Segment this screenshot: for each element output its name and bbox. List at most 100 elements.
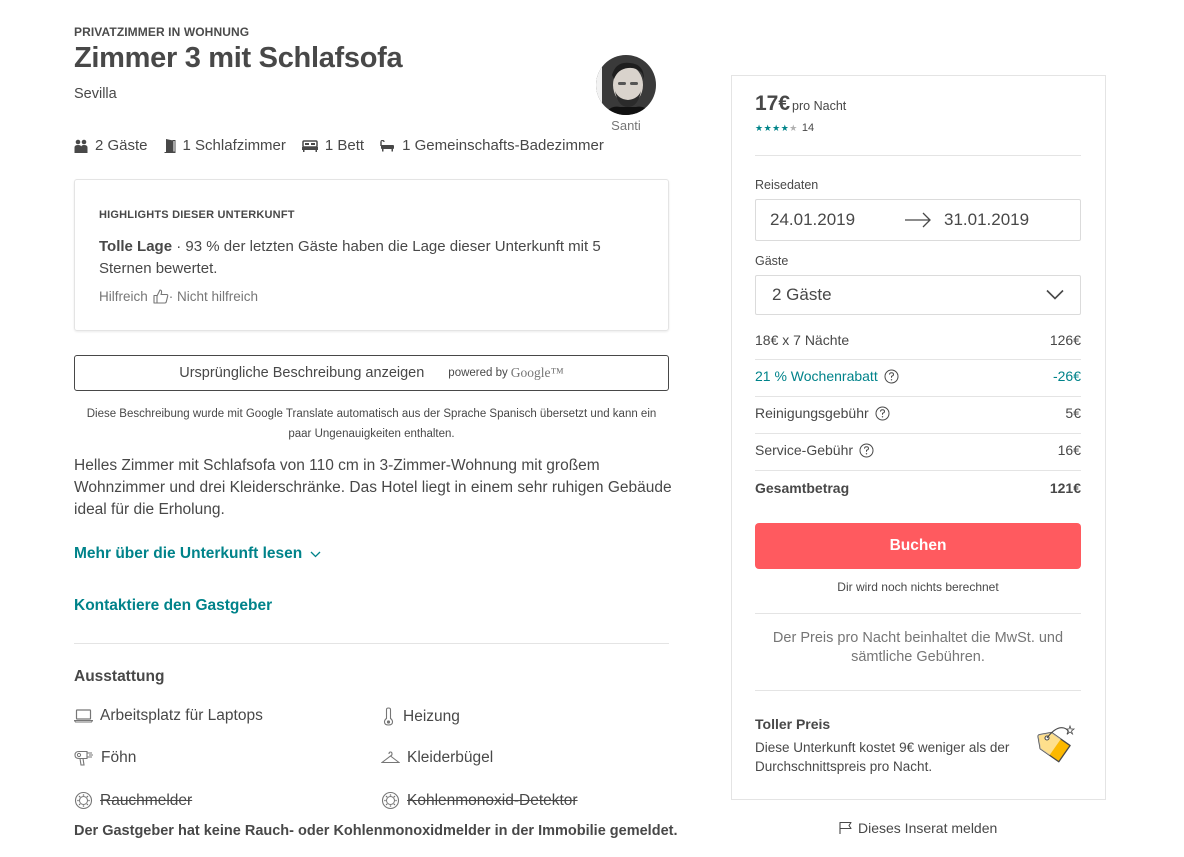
bathtub-icon [380, 139, 395, 151]
price-line-label: 18€ x 7 Nächte [755, 332, 850, 348]
bed-icon [301, 139, 318, 152]
card-divider [755, 613, 1081, 614]
star-rating-icon: ★★★★★ [755, 122, 798, 133]
highlight-item-title: Tolle Lage [99, 238, 173, 255]
fact-beds-label: 1 Bett [324, 137, 365, 154]
thermometer-icon [383, 707, 394, 726]
door-icon [164, 139, 176, 153]
guests-label: Gäste [755, 254, 789, 268]
smoke-detector-icon [74, 791, 93, 810]
amenity-smoke-detector: Rauchmelder [74, 791, 192, 810]
price-line-service-fee: Service-Gebühr 16€ [755, 442, 1081, 458]
vat-note: Der Preis pro Nacht beinhaltet die MwSt.… [772, 630, 1064, 665]
check-out-input[interactable]: 31.01.2019 [944, 210, 1029, 230]
amenity-label: Heizung [403, 707, 460, 725]
price-line-nights: 18€ x 7 Nächte 126€ [755, 332, 1081, 348]
chevron-down-icon [310, 551, 321, 557]
guests-select[interactable]: 2 Gäste [755, 275, 1081, 315]
highlights-box: HIGHLIGHTS DIESER UNTERKUNFT Tolle Lage … [74, 179, 669, 331]
amenity-hair-dryer: Föhn [74, 749, 136, 767]
amenity-co-detector: Kohlenmonoxid-Detektor [381, 791, 578, 810]
card-divider [755, 690, 1081, 691]
help-icon[interactable] [884, 369, 899, 384]
amenity-label: Rauchmelder [100, 791, 193, 809]
price-line-total: Gesamtbetrag 121€ [755, 480, 1081, 496]
chevron-down-icon [1046, 289, 1064, 300]
price-line-cleaning-fee: Reinigungsgebühr 5€ [755, 405, 1081, 421]
hair-dryer-icon [74, 750, 93, 766]
listing-title: Zimmer 3 mit Schlafsofa [74, 42, 403, 74]
rating[interactable]: ★★★★★ 14 [755, 122, 814, 134]
book-button[interactable]: Buchen [755, 523, 1081, 569]
highlight-item: Tolle Lage · 93 % der letzten Gäste habe… [99, 236, 649, 280]
fact-guests-label: 2 Gäste [95, 137, 148, 154]
host-name[interactable]: Santi [596, 118, 656, 133]
listing-description: Helles Zimmer mit Schlafsofa von 110 cm … [74, 457, 672, 518]
fact-beds: 1 Bett [301, 137, 365, 154]
report-listing-label: Dieses Inserat melden [858, 820, 998, 836]
no-charge-note: Dir wird noch nichts berechnet [837, 580, 999, 594]
price-line-label: 21 % Wochenrabatt [755, 368, 878, 384]
translation-note: Diese Beschreibung wurde mit Google Tran… [86, 408, 657, 440]
host-avatar[interactable] [596, 55, 656, 115]
not-helpful-link[interactable]: · Nicht hilfreich [169, 289, 258, 304]
amenity-heating: Heizung [381, 707, 460, 726]
report-listing-link[interactable]: Dieses Inserat melden [838, 820, 997, 836]
price-line-label: Gesamtbetrag [755, 480, 850, 496]
card-divider [755, 470, 1081, 471]
hanger-icon [381, 751, 400, 764]
highlight-item-text: · 93 % der letzten Gäste haben die Lage … [99, 238, 601, 277]
date-picker: 24.01.2019 31.01.2019 [755, 199, 1081, 241]
amenity-label: Kleiderbügel [407, 749, 494, 766]
price-line-amount: 16€ [1057, 442, 1081, 458]
deal-title: Toller Preis [755, 716, 831, 732]
help-icon[interactable] [859, 443, 874, 458]
check-in-input[interactable]: 24.01.2019 [770, 210, 855, 230]
help-icon[interactable] [875, 406, 890, 421]
nightly-price: 17€ pro Nacht [755, 92, 846, 116]
dates-label: Reisedaten [755, 178, 819, 192]
amenity-label: Föhn [101, 749, 137, 766]
guests-select-value: 2 Gäste [772, 285, 832, 304]
powered-by-label: powered by [448, 367, 508, 379]
show-original-description-label: Ursprüngliche Beschreibung anzeigen [179, 365, 425, 381]
host-profile[interactable]: Santi [596, 55, 656, 133]
price-line-label: Reinigungsgebühr [755, 405, 869, 421]
card-divider [755, 155, 1081, 156]
fact-baths-label: 1 Gemeinschafts-Badezimmer [402, 137, 604, 154]
deal-text: Diese Unterkunft kostet 9€ weniger als d… [755, 740, 1010, 774]
review-count[interactable]: 14 [802, 122, 814, 134]
price-tag-icon [1036, 724, 1078, 771]
amenity-hangers: Kleiderbügel [381, 749, 493, 767]
highlights-heading: HIGHLIGHTS DIESER UNTERKUNFT [99, 209, 295, 221]
detector-note: Der Gastgeber hat keine Rauch- oder Kohl… [74, 823, 678, 839]
flag-icon [839, 821, 852, 834]
card-divider [755, 433, 1081, 434]
price-line-amount: -26€ [1052, 368, 1081, 384]
card-divider [755, 396, 1081, 397]
price-line-weekly-discount: 21 % Wochenrabatt -26€ [755, 368, 1081, 384]
show-original-description-button[interactable]: Ursprüngliche Beschreibung anzeigen powe… [74, 355, 669, 391]
arrow-right-icon [905, 212, 931, 228]
price-line-amount: 126€ [1049, 332, 1081, 348]
google-logo: Google™ [510, 365, 564, 380]
card-divider [755, 359, 1081, 360]
contact-host-link[interactable]: Kontaktiere den Gastgeber [74, 597, 272, 615]
fact-bedrooms: 1 Schlafzimmer [164, 137, 286, 154]
read-more-label: Mehr über die Unterkunft lesen [74, 545, 303, 562]
amenity-label: Kohlenmonoxid-Detektor [407, 791, 578, 809]
co-detector-icon [381, 791, 400, 810]
price-line-amount: 5€ [1065, 405, 1081, 421]
section-divider [74, 643, 669, 644]
thumbs-up-icon[interactable] [153, 289, 169, 304]
guests-icon [74, 139, 88, 153]
fact-baths: 1 Gemeinschafts-Badezimmer [380, 137, 604, 154]
listing-facts: 2 Gäste 1 Schlafzimmer 1 Bett 1 Gemeinsc… [74, 137, 620, 154]
read-more-link[interactable]: Mehr über die Unterkunft lesen [74, 545, 321, 563]
highlight-feedback: Hilfreich · Nicht hilfreich [99, 289, 258, 304]
listing-city[interactable]: Sevilla [74, 86, 117, 102]
laptop-icon [74, 709, 93, 723]
amenity-label: Arbeitsplatz für Laptops [100, 707, 263, 724]
fact-guests: 2 Gäste [74, 137, 148, 154]
helpful-link[interactable]: Hilfreich [99, 289, 148, 304]
